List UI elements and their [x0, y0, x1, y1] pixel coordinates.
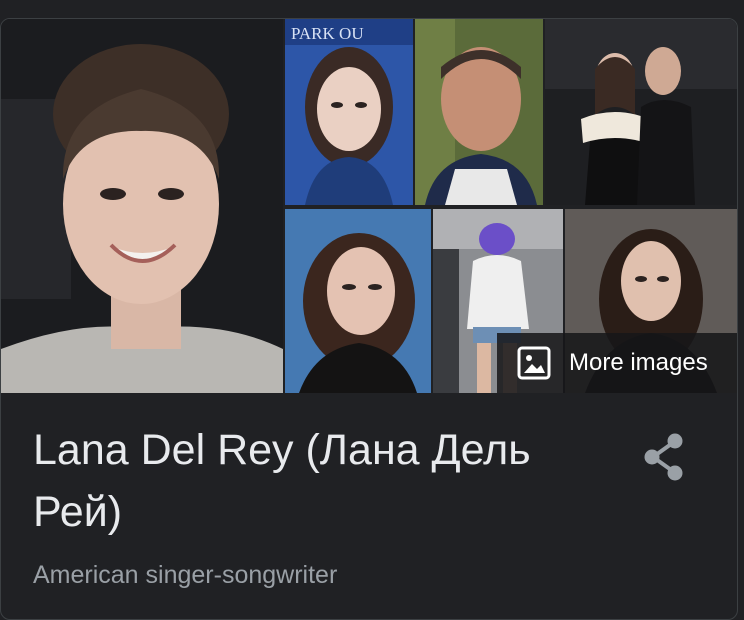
svg-text:PARK OU: PARK OU [291, 24, 364, 43]
photo-2[interactable]: PARK OU [285, 19, 413, 205]
share-icon [644, 433, 683, 481]
image-grid: PARK OU More images [1, 19, 737, 393]
entity-title: Lana Del Rey (Лана Дель Рей) [33, 426, 531, 536]
photo-4[interactable] [545, 19, 737, 205]
knowledge-panel: PARK OU More images Lana Del Rey (Лана Д… [0, 18, 738, 620]
main-photo[interactable] [1, 19, 283, 393]
share-button[interactable] [641, 431, 687, 483]
photo-3[interactable] [415, 19, 543, 205]
photo-5[interactable] [285, 209, 431, 393]
more-images-label: More images [569, 349, 708, 376]
more-images-button[interactable]: More images [497, 333, 737, 393]
image-icon [517, 346, 551, 380]
entity-subtitle: American singer-songwriter [33, 561, 338, 589]
